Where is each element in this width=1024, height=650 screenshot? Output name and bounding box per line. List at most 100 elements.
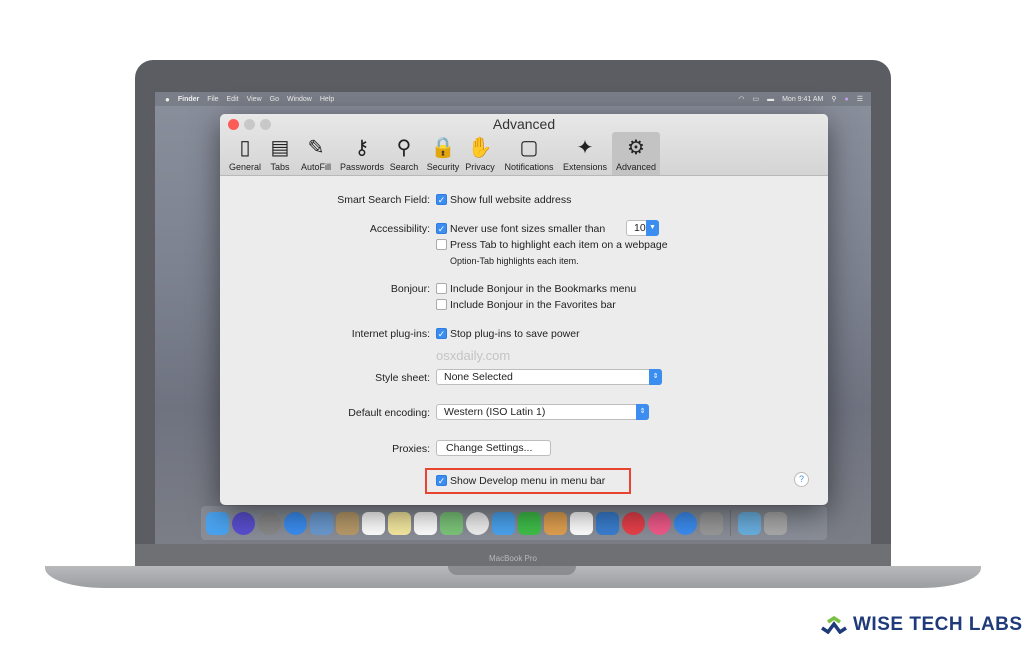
help-button[interactable]: ? bbox=[794, 472, 809, 487]
numbers-icon[interactable] bbox=[570, 511, 593, 535]
wifi-icon[interactable]: ◠ bbox=[738, 95, 744, 103]
battery-icon[interactable]: ▬ bbox=[767, 96, 774, 103]
spotlight-icon[interactable]: ⚲ bbox=[831, 95, 836, 103]
option-tab-hint-row: Option-Tab highlights each item. bbox=[220, 254, 828, 268]
brand-text: WISE TECH LABS bbox=[853, 614, 1023, 635]
pages-icon[interactable] bbox=[544, 511, 567, 535]
downloads-icon[interactable] bbox=[738, 511, 761, 535]
notification-center-icon[interactable]: ☰ bbox=[857, 95, 863, 103]
hand-icon: ✋ bbox=[467, 136, 493, 159]
tab-search[interactable]: ⚲ Search bbox=[388, 132, 420, 175]
tab-notifications[interactable]: ▢ Notifications bbox=[500, 132, 558, 175]
bonjour-bookmarks-checkbox[interactable] bbox=[436, 283, 447, 294]
notes-icon[interactable] bbox=[388, 511, 411, 535]
wave-logo-icon bbox=[821, 616, 847, 634]
stylesheet-label: Style sheet: bbox=[375, 372, 430, 384]
calendar-icon[interactable] bbox=[362, 511, 385, 535]
stop-plugins-checkbox[interactable]: ✓ bbox=[436, 328, 447, 339]
clock[interactable]: Mon 9:41 AM bbox=[782, 96, 823, 103]
notes-book-icon[interactable] bbox=[336, 511, 359, 535]
tab-label: Security bbox=[426, 162, 460, 172]
bonjour-favorites-label[interactable]: Include Bonjour in the Favorites bar bbox=[450, 298, 616, 312]
puzzle-icon: ✦ bbox=[576, 136, 594, 159]
show-full-address-label[interactable]: Show full website address bbox=[450, 193, 571, 207]
laptop-notch bbox=[448, 566, 576, 575]
app-store-icon[interactable] bbox=[674, 511, 697, 535]
tab-extensions[interactable]: ✦ Extensions bbox=[560, 132, 610, 175]
tabs-icon: ▤ bbox=[270, 136, 290, 159]
encoding-value: Western (ISO Latin 1) bbox=[444, 406, 546, 418]
stylesheet-value: None Selected bbox=[444, 371, 513, 383]
change-settings-button[interactable]: Change Settings... bbox=[436, 440, 551, 456]
siri-icon[interactable] bbox=[232, 511, 255, 535]
tab-advanced[interactable]: ⚙ Advanced bbox=[612, 132, 660, 175]
finder-icon[interactable] bbox=[206, 511, 229, 535]
tab-label: Tabs bbox=[270, 162, 290, 172]
menu-window[interactable]: Window bbox=[287, 96, 312, 103]
reminders-icon[interactable] bbox=[414, 511, 437, 535]
keynote-icon[interactable] bbox=[596, 511, 619, 535]
preferences-window: Advanced ▯ General ▤ Tabs ✎ AutoFill ⚷ Password… bbox=[220, 114, 828, 505]
menu-help[interactable]: Help bbox=[320, 96, 334, 103]
siri-icon[interactable]: ● bbox=[844, 96, 848, 103]
font-size-select[interactable]: 10 ▼ bbox=[626, 220, 659, 236]
menu-go[interactable]: Go bbox=[270, 96, 279, 103]
notification-icon: ▢ bbox=[519, 136, 539, 159]
stylesheet-row: Style sheet: None Selected ⇕ bbox=[220, 369, 828, 385]
min-font-label[interactable]: Never use font sizes smaller than bbox=[450, 222, 605, 236]
safari-icon[interactable] bbox=[284, 511, 307, 535]
launchpad-icon[interactable] bbox=[258, 511, 281, 535]
show-develop-checkbox[interactable]: ✓ bbox=[436, 475, 447, 486]
tab-privacy[interactable]: ✋ Privacy bbox=[462, 132, 498, 175]
smart-search-label: Smart Search Field: bbox=[337, 194, 430, 206]
dock-separator bbox=[730, 510, 731, 536]
show-full-address-checkbox[interactable]: ✓ bbox=[436, 194, 447, 205]
encoding-select[interactable]: Western (ISO Latin 1) ⇕ bbox=[436, 404, 649, 420]
toolbar: Advanced ▯ General ▤ Tabs ✎ AutoFill ⚷ Password… bbox=[220, 114, 828, 176]
chevron-down-icon: ▼ bbox=[646, 220, 659, 236]
press-tab-label[interactable]: Press Tab to highlight each item on a we… bbox=[450, 238, 668, 252]
tab-autofill[interactable]: ✎ AutoFill bbox=[296, 132, 336, 175]
laptop-chin: MacBook Pro bbox=[135, 544, 891, 566]
airplay-icon[interactable]: ▭ bbox=[752, 95, 759, 103]
watermark: osxdaily.com bbox=[436, 348, 511, 363]
tab-label: Search bbox=[389, 162, 419, 172]
menu-finder[interactable]: Finder bbox=[178, 96, 199, 103]
trash-icon[interactable] bbox=[764, 511, 787, 535]
news-icon[interactable] bbox=[622, 511, 645, 535]
window-title: Advanced bbox=[492, 116, 556, 132]
smart-search-row: Smart Search Field: ✓ Show full website … bbox=[220, 193, 828, 207]
bonjour-label: Bonjour: bbox=[390, 283, 430, 295]
tab-passwords[interactable]: ⚷ Passwords bbox=[338, 132, 386, 175]
menu-file[interactable]: File bbox=[207, 96, 218, 103]
tab-general[interactable]: ▯ General bbox=[228, 132, 262, 175]
accessibility-label: Accessibility: bbox=[369, 223, 430, 235]
maps-icon[interactable] bbox=[440, 511, 463, 535]
tab-label: Passwords bbox=[339, 162, 384, 172]
tab-label: General bbox=[228, 162, 262, 172]
music-icon[interactable] bbox=[648, 511, 671, 535]
messages-icon[interactable] bbox=[492, 511, 515, 535]
option-tab-hint: Option-Tab highlights each item. bbox=[450, 256, 579, 266]
min-font-checkbox[interactable]: ✓ bbox=[436, 223, 447, 234]
menu-view[interactable]: View bbox=[247, 96, 262, 103]
bonjour-favorites-checkbox[interactable] bbox=[436, 299, 447, 310]
dock bbox=[201, 506, 827, 540]
updown-chevron-icon: ⇕ bbox=[636, 404, 649, 420]
tab-tabs[interactable]: ▤ Tabs bbox=[265, 132, 295, 175]
system-preferences-icon[interactable] bbox=[700, 511, 723, 535]
stop-plugins-label[interactable]: Stop plug-ins to save power bbox=[450, 327, 580, 341]
press-tab-checkbox[interactable] bbox=[436, 239, 447, 250]
preview-icon[interactable] bbox=[310, 511, 333, 535]
encoding-label: Default encoding: bbox=[348, 407, 430, 419]
photos-icon[interactable] bbox=[466, 511, 489, 535]
facetime-icon[interactable] bbox=[518, 511, 541, 535]
apple-icon[interactable]: ● bbox=[165, 95, 170, 104]
stylesheet-select[interactable]: None Selected ⇕ bbox=[436, 369, 662, 385]
tab-security[interactable]: 🔒 Security bbox=[424, 132, 462, 175]
tab-label: Privacy bbox=[465, 162, 495, 172]
bonjour-bookmarks-label[interactable]: Include Bonjour in the Bookmarks menu bbox=[450, 282, 636, 296]
show-develop-label[interactable]: Show Develop menu in menu bar bbox=[450, 474, 605, 488]
menu-edit[interactable]: Edit bbox=[227, 96, 239, 103]
brand-logo: WISE TECH LABS bbox=[820, 614, 1023, 636]
